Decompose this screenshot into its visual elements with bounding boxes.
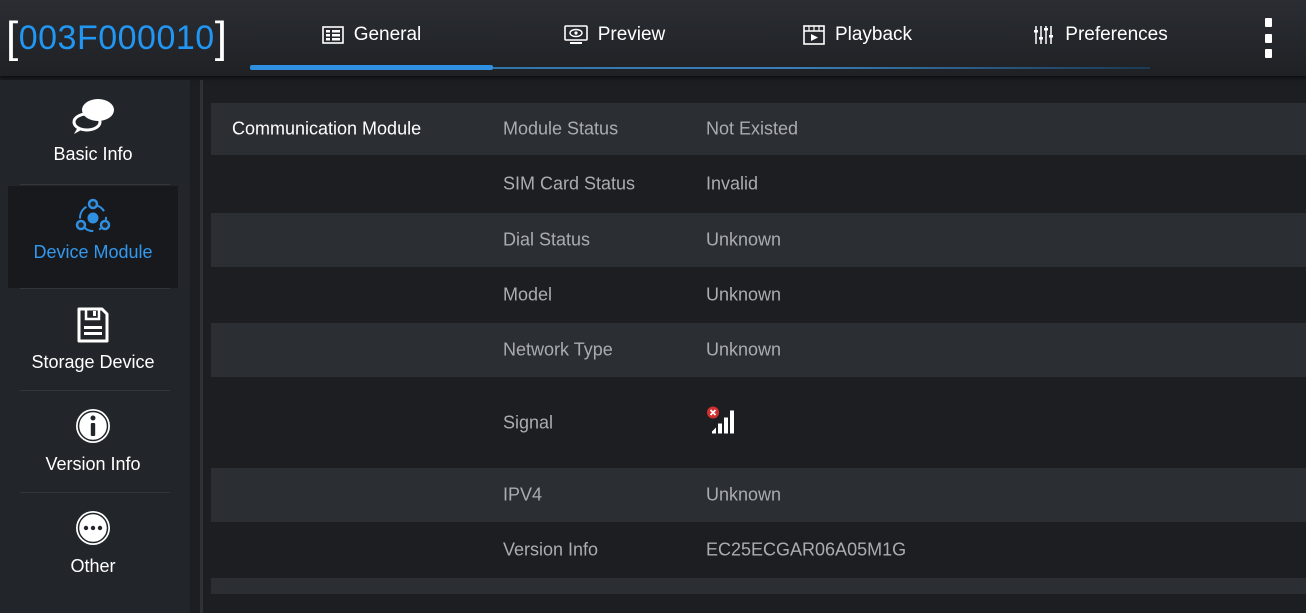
tab-general-label: General [353, 24, 422, 45]
general-icon [321, 26, 344, 44]
row-value: Unknown [706, 229, 782, 250]
divider [20, 492, 170, 493]
divider [20, 390, 170, 391]
row-value: Unknown [706, 484, 782, 505]
tab-preferences-label: Preferences [1065, 24, 1168, 45]
row-value: Not Existed [706, 118, 799, 139]
tab-general[interactable]: General [250, 0, 493, 70]
top-bar: [ 003F000010 ] General Preview Playback [0, 0, 1306, 76]
row-key: IPV4 [503, 484, 543, 505]
sidebar-divider [200, 80, 203, 613]
table-row: SIM Card Status Invalid [211, 155, 1306, 213]
row-key: Module Status [503, 118, 619, 139]
tab-preview-label: Preview [597, 24, 666, 45]
divider [20, 184, 170, 185]
sidebar-item-label: Basic Info [53, 144, 133, 164]
table-row: IPV4 Unknown [211, 468, 1306, 522]
table-row: Network Type Unknown [211, 323, 1306, 377]
preferences-sliders-icon [1033, 25, 1055, 45]
table-row: Dial Status Unknown [211, 213, 1306, 267]
row-key: Dial Status [503, 229, 591, 250]
sidebar-item-label: Version Info [45, 454, 141, 474]
module-info-table: Communication Module Module Status Not E… [211, 103, 1306, 594]
open-bracket: [ [6, 13, 19, 62]
tab-bar: General Preview Playback Preferences [250, 0, 1168, 76]
tab-playback[interactable]: Playback [736, 0, 979, 70]
divider [20, 288, 170, 289]
sidebar-item-basic-info[interactable]: Basic Info [8, 88, 178, 190]
row-key: Model [503, 284, 553, 305]
preview-monitor-icon [563, 25, 588, 45]
device-id-text: 003F000010 [18, 18, 215, 57]
floppy-disk-icon [76, 296, 110, 344]
active-tab-indicator [250, 65, 493, 70]
sidebar: Basic Info Device Module Storage Device … [0, 80, 190, 613]
row-key: Version Info [503, 539, 599, 560]
table-row: Model Unknown [211, 267, 1306, 323]
table-row [211, 578, 1306, 594]
close-bracket: ] [214, 13, 228, 62]
info-circle-icon [73, 398, 113, 446]
row-key: Network Type [503, 339, 613, 360]
table-row: Signal [211, 377, 1306, 468]
device-module-icon [71, 186, 115, 234]
row-key: SIM Card Status [503, 173, 636, 194]
sidebar-item-label: Storage Device [31, 352, 155, 372]
section-title: Communication Module [232, 118, 422, 139]
sidebar-item-label: Device Module [33, 242, 153, 262]
table-row: Communication Module Module Status Not E… [211, 103, 1306, 155]
tab-preferences[interactable]: Preferences [979, 0, 1222, 70]
row-key: Signal [503, 412, 554, 432]
row-value: Unknown [706, 284, 782, 305]
sidebar-item-device-module[interactable]: Device Module [8, 186, 178, 288]
sidebar-item-version-info[interactable]: Version Info [8, 398, 178, 500]
tab-playback-label: Playback [834, 24, 913, 45]
signal-no-service-icon [706, 405, 740, 440]
row-value: Unknown [706, 339, 782, 360]
tab-preview[interactable]: Preview [493, 0, 736, 70]
chat-bubble-icon [70, 88, 116, 136]
device-id: [ 003F000010 ] [6, 10, 227, 66]
row-value: EC25ECGAR06A05M1G [706, 539, 907, 560]
more-circle-icon [73, 500, 113, 548]
row-value: Invalid [706, 173, 759, 194]
table-row: Version Info EC25ECGAR06A05M1G [211, 522, 1306, 578]
sidebar-item-other[interactable]: Other [8, 500, 178, 602]
sidebar-item-label: Other [70, 556, 116, 576]
more-vertical-icon[interactable] [1258, 18, 1278, 58]
sidebar-item-storage-device[interactable]: Storage Device [8, 296, 178, 398]
playback-film-icon [803, 25, 825, 45]
